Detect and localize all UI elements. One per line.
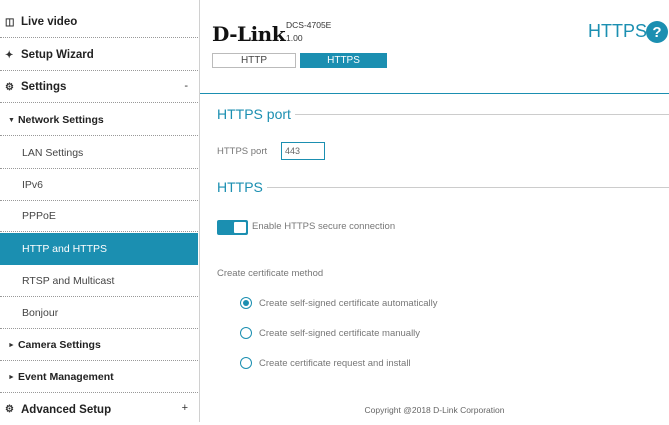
radio-self-signed-manual[interactable] <box>240 327 252 339</box>
header-divider <box>200 93 669 94</box>
radio-certificate-request[interactable] <box>240 357 252 369</box>
sidebar-item-settings[interactable]: ⚙ Settings - <box>0 72 198 103</box>
sidebar-item-label: Camera Settings <box>17 339 101 351</box>
chevron-right-icon: ► <box>8 341 15 349</box>
sidebar-item-label: Live video <box>21 16 78 28</box>
sidebar-item-ipv6[interactable]: IPv6 <box>0 170 198 201</box>
https-port-input[interactable] <box>281 142 325 160</box>
tab-https[interactable]: HTTPS <box>300 53 387 68</box>
help-icon[interactable]: ? <box>646 21 668 43</box>
firmware-version: 1.00 <box>286 33 303 43</box>
page-title: HTTPS <box>587 21 647 41</box>
chevron-right-icon: ► <box>8 373 15 381</box>
sidebar-item-label: PPPoE <box>22 210 56 222</box>
enable-https-label: Enable HTTPS secure connection <box>252 221 396 232</box>
section-divider <box>266 186 669 188</box>
sidebar-item-label: Network Settings <box>17 114 104 126</box>
toggle-knob <box>234 222 246 233</box>
sidebar-item-pppoe[interactable]: PPPoE <box>0 201 198 232</box>
sidebar-item-label: Setup Wizard <box>21 49 94 61</box>
sidebar-item-network-settings[interactable]: ▼ Network Settings <box>0 105 198 136</box>
sidebar-item-rtsp-multicast[interactable]: RTSP and Multicast <box>0 266 198 297</box>
radio-label-self-signed-manual: Create self-signed certificate manually <box>259 328 421 339</box>
sidebar-item-setup-wizard[interactable]: ✦ Setup Wizard <box>0 40 198 71</box>
chevron-down-icon: ▼ <box>8 116 15 124</box>
sidebar-item-camera-settings[interactable]: ► Camera Settings <box>0 330 198 361</box>
sidebar-item-event-management[interactable]: ► Event Management <box>0 362 198 393</box>
enable-https-toggle[interactable] <box>217 220 248 235</box>
collapse-icon[interactable]: - <box>184 80 188 92</box>
tab-http[interactable]: HTTP <box>212 53 296 68</box>
radio-self-signed-auto[interactable] <box>240 297 252 309</box>
sidebar-item-lan-settings[interactable]: LAN Settings <box>0 138 198 169</box>
sidebar-item-label: Advanced Setup <box>21 403 112 416</box>
sidebar-item-live-video[interactable]: ◫ Live video <box>0 7 198 38</box>
sidebar-item-label: Bonjour <box>22 307 59 319</box>
dlink-logo: D-Link <box>212 22 286 46</box>
sidebar-item-http-https[interactable]: HTTP and HTTPS <box>0 233 198 265</box>
video-icon: ◫ <box>5 16 15 28</box>
sidebar-item-label: LAN Settings <box>22 147 84 159</box>
advanced-gear-icon: ⚙ <box>5 404 14 415</box>
https-port-label: HTTPS port <box>217 146 268 157</box>
sidebar-item-label: RTSP and Multicast <box>22 275 115 287</box>
sidebar-item-label: IPv6 <box>22 179 44 191</box>
sidebar-item-label: Event Management <box>17 371 114 383</box>
radio-label-certificate-request: Create certificate request and install <box>259 358 411 369</box>
sidebar-item-advanced-setup[interactable]: ⚙ Advanced Setup + <box>0 394 198 425</box>
sidebar: ◫ Live video ✦ Setup Wizard ⚙ Settings -… <box>0 0 200 422</box>
sidebar-item-bonjour[interactable]: Bonjour <box>0 298 198 329</box>
model-name: DCS-4705E <box>286 20 332 30</box>
https-port-section-title: HTTPS port <box>217 106 669 122</box>
https-section-title: HTTPS <box>217 179 669 195</box>
radio-label-self-signed-auto: Create self-signed certificate automatic… <box>259 298 438 309</box>
sidebar-item-label: HTTP and HTTPS <box>22 242 107 255</box>
copyright-footer: Copyright @2018 D-Link Corporation <box>364 405 505 415</box>
expand-icon[interactable]: + <box>182 402 188 414</box>
certificate-method-label: Create certificate method <box>217 268 324 279</box>
section-title: HTTPS <box>217 179 263 195</box>
sidebar-item-label: Settings <box>21 81 67 93</box>
section-title: HTTPS port <box>217 106 291 122</box>
section-divider <box>294 113 669 115</box>
gear-icon: ⚙ <box>5 81 14 93</box>
wand-icon: ✦ <box>5 49 14 61</box>
